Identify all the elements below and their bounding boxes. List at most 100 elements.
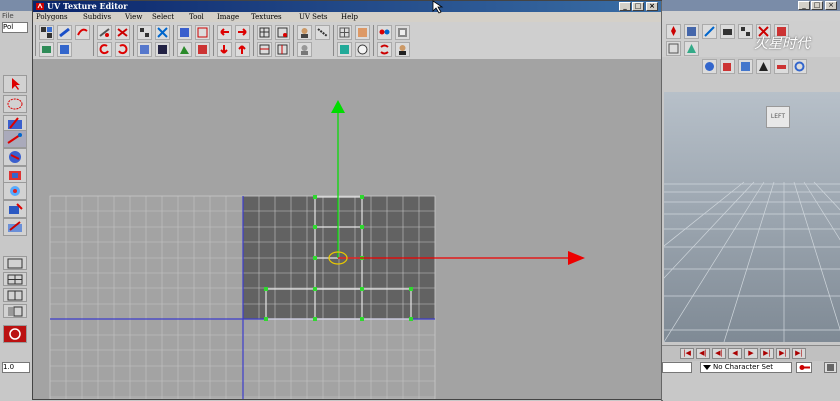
tool-settings-icon[interactable] [684, 24, 699, 39]
play-forward-button[interactable]: ▶ [744, 348, 758, 359]
window-titlebar[interactable]: UV Texture Editor _ □ × [33, 1, 661, 12]
camera-icon[interactable] [666, 24, 681, 39]
menu-view[interactable]: View [125, 12, 142, 22]
host-menu-fragment[interactable]: File [2, 12, 14, 20]
host-toolbar: 火星时代 [662, 21, 840, 57]
auto-key-button[interactable] [796, 362, 812, 373]
step-back-key-button[interactable]: ◀| [696, 348, 710, 359]
paste-v-icon[interactable] [275, 42, 290, 57]
display-image-icon[interactable] [355, 25, 370, 40]
menu-tool[interactable]: Tool [189, 12, 204, 22]
image-range-icon[interactable] [395, 25, 410, 40]
view-cube[interactable]: LEFT [766, 106, 790, 128]
render-icon[interactable] [720, 24, 735, 39]
preferences-icon[interactable] [824, 362, 837, 373]
rotate-ccw-icon[interactable] [97, 42, 112, 57]
universal-manip-icon[interactable] [3, 182, 27, 200]
menu-select[interactable]: Select [152, 12, 174, 22]
uv-grid-svg[interactable] [33, 59, 661, 399]
shelf-cylinder-icon[interactable] [738, 59, 753, 74]
uv-canvas[interactable] [33, 59, 661, 399]
shelf-torus-icon[interactable] [792, 59, 807, 74]
play-backward-button[interactable]: ◀ [728, 348, 742, 359]
layout-outliner-icon[interactable] [3, 304, 27, 318]
grid-icon[interactable] [666, 41, 681, 56]
relax-uv-icon[interactable] [195, 42, 210, 57]
lasso-tool-icon[interactable] [3, 95, 27, 113]
color-channels-icon[interactable] [377, 25, 392, 40]
shelf-sphere-icon[interactable] [702, 59, 717, 74]
menu-subdivs[interactable]: Subdivs [83, 12, 111, 22]
shelf-poly-icon[interactable] [684, 41, 699, 56]
smooth-uv-icon[interactable] [177, 42, 192, 57]
paste-u-icon[interactable] [257, 42, 272, 57]
flip-v-icon[interactable] [57, 42, 72, 57]
host-close-button[interactable]: × [825, 1, 837, 10]
menu-textures[interactable]: Textures [251, 12, 282, 22]
paste-uv-icon[interactable] [275, 25, 290, 40]
dim-image-icon[interactable] [337, 42, 352, 57]
go-to-end-button[interactable]: ▶| [792, 348, 806, 359]
move-tool-icon[interactable] [3, 130, 27, 148]
menu-polygons[interactable]: Polygons [36, 12, 68, 22]
grid-uv-icon[interactable] [137, 42, 152, 57]
move-uv-icon[interactable] [57, 25, 72, 40]
layout-single-icon[interactable] [3, 256, 27, 270]
show-manip-icon[interactable] [3, 218, 27, 236]
uv-distortion-icon[interactable] [377, 42, 392, 57]
host-mode-field[interactable]: Pol [2, 22, 28, 33]
rotate-tool-icon[interactable] [3, 148, 27, 166]
align-max-u-icon[interactable] [235, 25, 250, 40]
cut-uv-icon[interactable] [97, 25, 112, 40]
shelf-plane-icon[interactable] [774, 59, 789, 74]
menu-uv-sets[interactable]: UV Sets [299, 12, 328, 22]
step-back-frame-button[interactable]: ◀| [712, 348, 726, 359]
host-maximize-button[interactable]: □ [811, 1, 823, 10]
select-shell-icon[interactable] [177, 25, 192, 40]
rotate-uv-icon[interactable] [75, 25, 90, 40]
flip-u-icon[interactable] [39, 42, 54, 57]
step-forward-frame-button[interactable]: ▶| [760, 348, 774, 359]
host-minimize-button[interactable]: _ [798, 1, 810, 10]
select-border-icon[interactable] [195, 25, 210, 40]
sew-uv-icon[interactable] [115, 25, 130, 40]
layout-two-icon[interactable] [3, 288, 27, 302]
layout-icon[interactable] [137, 25, 152, 40]
minimize-button[interactable]: _ [619, 2, 631, 11]
normalize-uv-icon[interactable] [155, 42, 170, 57]
host-value-field[interactable]: 1.0 [2, 362, 30, 373]
layout-four-icon[interactable] [3, 272, 27, 286]
menu-image[interactable]: Image [217, 12, 239, 22]
hypershade-icon[interactable] [3, 325, 27, 343]
snap-icon[interactable] [738, 24, 753, 39]
manip-v-arrow-icon[interactable] [331, 100, 345, 113]
shelf-cone-icon[interactable] [756, 59, 771, 74]
align-min-u-icon[interactable] [217, 25, 232, 40]
checker-icon[interactable] [39, 25, 54, 40]
soft-mod-icon[interactable] [3, 200, 27, 218]
texture-borders-icon[interactable] [337, 25, 352, 40]
perspective-viewport[interactable]: LEFT [664, 92, 840, 342]
shaded-icon[interactable] [355, 42, 370, 57]
align-min-v-icon[interactable] [217, 42, 232, 57]
select-tool-icon[interactable] [3, 75, 27, 93]
unfold-icon[interactable] [155, 25, 170, 40]
copy-uv-icon[interactable] [257, 25, 272, 40]
frame-all-icon[interactable] [395, 42, 410, 57]
character-set-dropdown[interactable]: No Character Set [700, 362, 792, 373]
go-to-start-button[interactable]: |◀ [680, 348, 694, 359]
move-icon[interactable] [702, 24, 717, 39]
current-frame-field[interactable] [662, 362, 692, 373]
step-forward-key-button[interactable]: ▶| [776, 348, 790, 359]
manip-u-arrow-icon[interactable] [568, 251, 585, 265]
close-button[interactable]: × [646, 2, 658, 11]
maximize-button[interactable]: □ [632, 2, 644, 11]
menu-help[interactable]: Help [341, 12, 358, 22]
uv-lattice-icon[interactable] [297, 42, 312, 57]
align-max-v-icon[interactable] [235, 42, 250, 57]
shelf-cube-icon[interactable] [720, 59, 735, 74]
pixel-snap-icon[interactable] [315, 25, 330, 40]
snapshot-icon[interactable] [297, 25, 312, 40]
character-set-label: No Character Set [713, 363, 774, 371]
rotate-cw-icon[interactable] [115, 42, 130, 57]
